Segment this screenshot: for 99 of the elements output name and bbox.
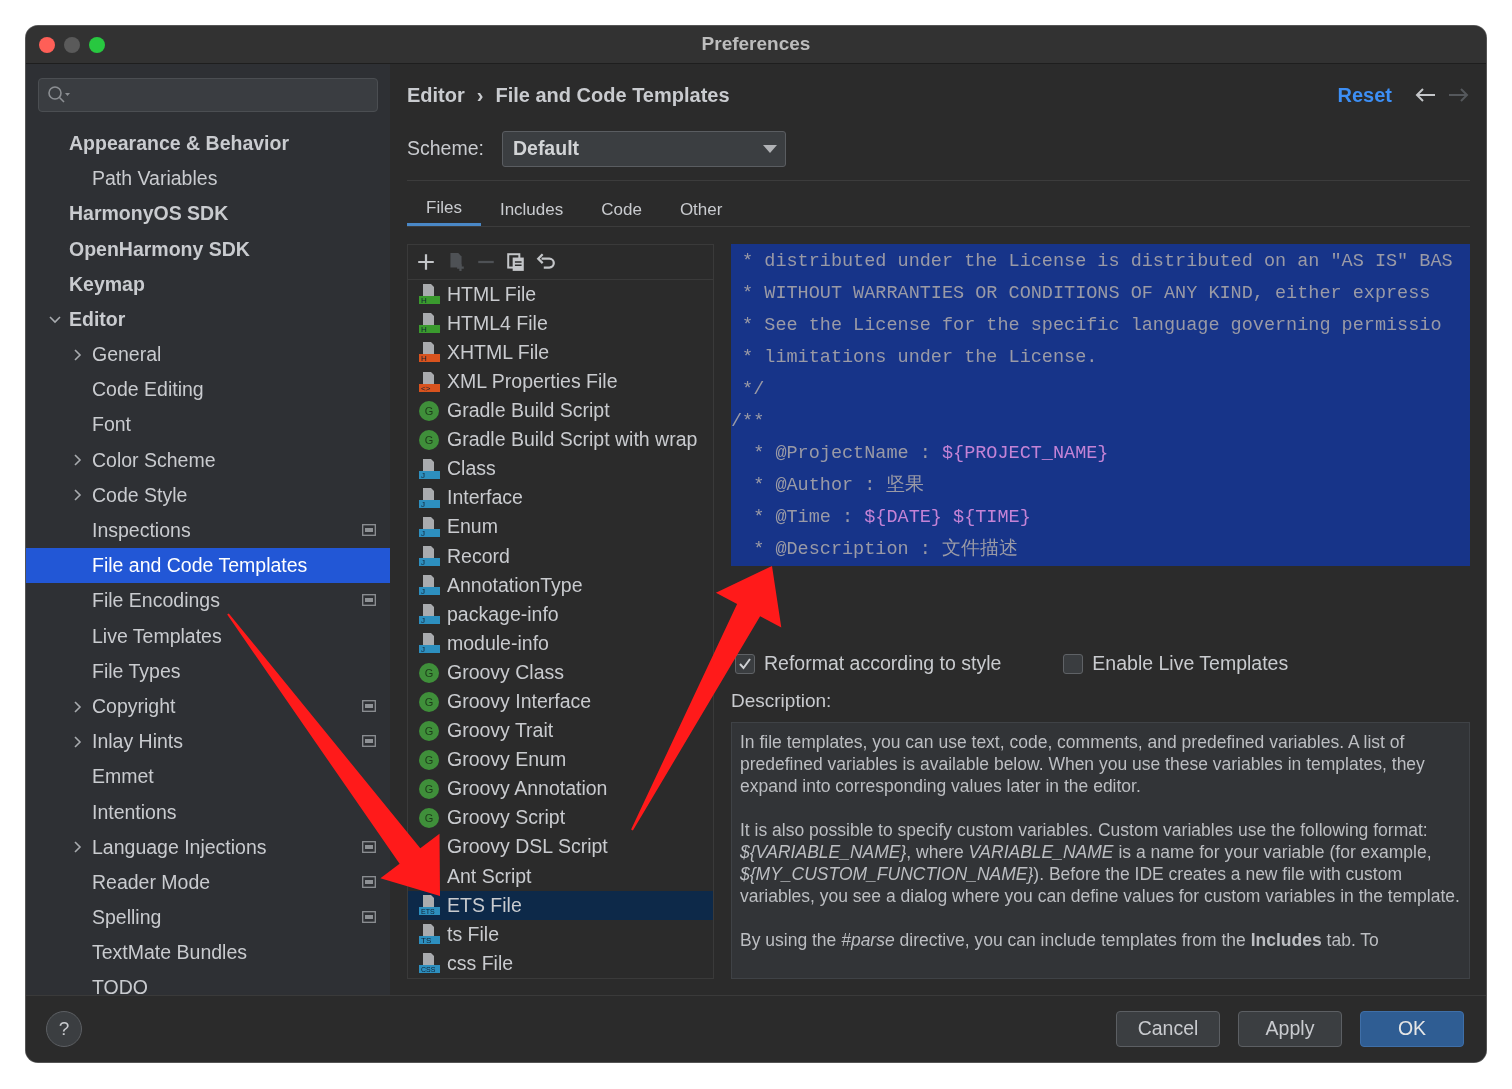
back-arrow-icon[interactable] xyxy=(1414,86,1436,104)
template-item[interactable]: G Groovy Enum xyxy=(408,745,571,775)
groovy-file-icon: G xyxy=(418,807,440,829)
undo-icon[interactable] xyxy=(536,251,556,272)
template-item[interactable]: J Record xyxy=(408,541,514,571)
groovy-file-icon: G xyxy=(418,777,440,800)
dialog-button[interactable]: Apply xyxy=(1238,1011,1342,1047)
reset-link[interactable]: Reset xyxy=(1337,80,1392,110)
template-item[interactable]: H HTML File xyxy=(408,279,541,309)
code-line: * @Time : ${DATE} ${TIME} xyxy=(752,506,1032,530)
code-line: * See the License for the specific language governing permissio xyxy=(741,314,1443,338)
template-item[interactable]: G Groovy Annotation xyxy=(408,774,612,804)
breadcrumb-item[interactable]: Editor xyxy=(407,80,465,110)
tab[interactable]: Code xyxy=(582,193,661,226)
template-item[interactable]: Ant Script xyxy=(447,861,536,891)
template-item[interactable]: J module-info xyxy=(408,628,553,658)
template-item[interactable]: G Groovy Class xyxy=(408,657,569,688)
window-title: Preferences xyxy=(701,33,811,55)
groovy-file-icon: G xyxy=(418,661,440,684)
sidebar-item[interactable]: Appearance & Behavior xyxy=(26,126,295,162)
template-item[interactable]: H HTML4 File xyxy=(408,308,552,338)
scheme-dropdown[interactable]: Default xyxy=(501,131,786,167)
checkbox[interactable]: Enable Live Templates xyxy=(1063,649,1289,679)
sidebar-item[interactable]: Path Variables xyxy=(26,161,224,197)
sidebar-item[interactable]: Code Style xyxy=(26,477,194,514)
checkbox[interactable]: Reformat according to style xyxy=(735,649,1002,679)
close-button[interactable] xyxy=(39,36,55,53)
search-field[interactable] xyxy=(38,78,378,112)
sidebar-item[interactable]: Inspections xyxy=(26,513,197,549)
template-item[interactable]: G Groovy Script xyxy=(408,803,570,833)
template-item[interactable]: Groovy DSL Script xyxy=(447,832,612,862)
template-item[interactable]: J AnnotationType xyxy=(408,570,587,600)
sidebar-item[interactable]: Keymap xyxy=(26,266,151,302)
template-item[interactable]: J package-info xyxy=(408,599,563,629)
sidebar-item[interactable]: File Encodings xyxy=(26,583,226,619)
search-icon xyxy=(47,85,71,105)
tab[interactable]: Files xyxy=(407,193,481,226)
groovy-file-icon: G xyxy=(418,719,440,742)
sidebar-item[interactable]: Font xyxy=(26,407,138,443)
sidebar-item[interactable]: Color Scheme xyxy=(26,442,222,478)
code-line: */ xyxy=(741,378,766,402)
dialog-button[interactable]: Cancel xyxy=(1116,1011,1220,1047)
sidebar-item[interactable]: General xyxy=(26,337,168,373)
description-label: Description: xyxy=(731,689,833,713)
copy-icon[interactable] xyxy=(506,251,526,272)
checkbox-box[interactable] xyxy=(735,654,755,674)
sidebar-item[interactable]: Code Editing xyxy=(26,372,210,408)
checkbox-label: Enable Live Templates xyxy=(1092,651,1289,677)
sidebar-item[interactable]: TODO xyxy=(26,970,154,995)
breadcrumb-item[interactable]: File and Code Templates xyxy=(495,80,730,110)
template-item[interactable]: J Enum xyxy=(408,512,502,542)
code-line: * distributed under the License is distributed on an "AS IS" BAS xyxy=(741,250,1454,274)
code-line: * @Description : 文件描述 xyxy=(752,537,1019,562)
groovy-file-icon: G xyxy=(418,428,440,451)
tab[interactable]: Includes xyxy=(480,193,583,226)
code-line: * limitations under the License. xyxy=(741,346,1099,370)
groovy-file-icon: G xyxy=(418,399,440,422)
checkbox-label: Reformat according to style xyxy=(764,651,1002,677)
sidebar-item[interactable]: File and Code Templates xyxy=(26,548,390,584)
template-item[interactable]: H XHTML File xyxy=(408,337,554,368)
code-line: * @Author : 坚果 xyxy=(752,473,926,498)
help-button[interactable]: ? xyxy=(46,1011,82,1047)
groovy-file-icon: G xyxy=(418,748,440,771)
sidebar-item[interactable]: Intentions xyxy=(26,794,183,830)
sidebar-item[interactable]: Spelling xyxy=(26,900,168,936)
checkbox-box[interactable] xyxy=(1063,654,1084,674)
groovy-file-icon: G xyxy=(418,690,440,713)
template-item[interactable]: G Gradle Build Script xyxy=(408,396,614,426)
template-item[interactable]: G Groovy Trait xyxy=(408,716,558,746)
caret-icon xyxy=(762,145,777,153)
scheme-label: Scheme: xyxy=(407,136,484,162)
zoom-button[interactable] xyxy=(89,36,105,53)
template-item[interactable]: G Groovy Interface xyxy=(408,687,596,717)
code-line: * WITHOUT WARRANTIES OR CONDITIONS OF ANY KIND, either express xyxy=(741,282,1432,306)
description-paragraph: It is also possible to specify custom variables. Custom variables use the following format: ${VARIABLE_NAME}, where VARIABLE_NAME is a name for your variable (for example, ${MY_CUSTOM_FUNCTION_NAME}). Before the IDE creates a new file with custom variables, you see a dialog where you can define values for custom variables in the template. xyxy=(740,818,1461,907)
sidebar-item[interactable]: Inlay Hints xyxy=(26,724,190,760)
code-line: /** xyxy=(731,410,766,434)
sidebar-item[interactable]: Reader Mode xyxy=(26,864,217,901)
template-item[interactable]: TS ts File xyxy=(408,919,503,949)
sidebar-item[interactable]: Emmet xyxy=(26,759,160,795)
code-line: * @ProjectName : ${PROJECT_NAME} xyxy=(752,442,1110,466)
add-icon[interactable] xyxy=(416,251,436,272)
breadcrumb-separator: › xyxy=(476,83,484,108)
sidebar-item[interactable]: Copyright xyxy=(26,689,182,725)
template-item[interactable]: G Gradle Build Script with wrap xyxy=(408,425,702,455)
sidebar-item[interactable]: Editor xyxy=(26,301,132,338)
sidebar-item[interactable]: OpenHarmony SDK xyxy=(26,231,256,267)
template-item[interactable]: J Interface xyxy=(408,483,527,513)
sidebar-item[interactable]: File Types xyxy=(26,653,187,689)
dialog-button[interactable]: OK xyxy=(1360,1011,1464,1047)
sidebar-item[interactable]: Language Injections xyxy=(26,829,273,865)
description-paragraph: In file templates, you can use text, code, comments, and predefined variables. A list of predefined variables is available below. When you use these variables in templates, they expand into corresponding values later in the editor. xyxy=(740,730,1426,797)
sidebar-item[interactable]: Live Templates xyxy=(26,618,228,654)
sidebar-item[interactable]: TextMate Bundles xyxy=(26,935,253,971)
description-paragraph: By using the #parse directive, you can include templates from the Includes tab. To xyxy=(740,928,1380,951)
sidebar-item[interactable]: HarmonyOS SDK xyxy=(26,196,235,232)
template-item[interactable]: J Class xyxy=(408,454,500,484)
template-item[interactable]: <> XML Properties File xyxy=(408,367,622,397)
tab[interactable]: Other xyxy=(660,193,742,226)
